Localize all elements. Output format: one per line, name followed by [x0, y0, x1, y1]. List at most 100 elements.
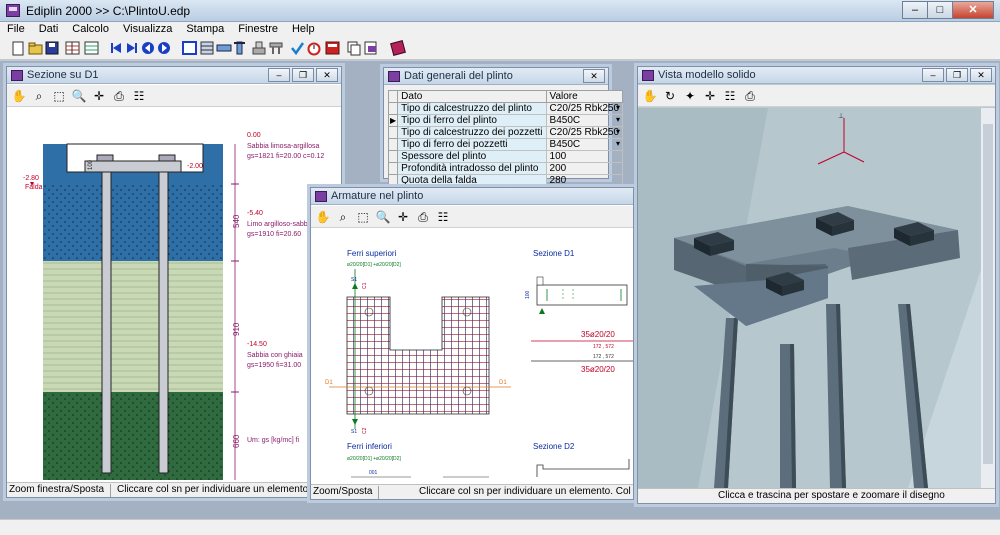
zoom-in-icon[interactable]: 🔍	[375, 209, 391, 225]
check-icon[interactable]	[291, 42, 305, 56]
row-selector[interactable]: ▶	[387, 114, 399, 127]
row-selector[interactable]	[387, 102, 399, 115]
data-row[interactable]: Tipo di calcestruzzo del plinto C20/25 Rb…	[387, 102, 624, 115]
data-row-label: Quota della falda	[397, 174, 547, 187]
section-restore-button[interactable]: ❐	[292, 68, 314, 82]
table-icon[interactable]	[200, 41, 214, 55]
help-book-icon[interactable]	[390, 40, 406, 56]
data-close-button[interactable]: ✕	[583, 69, 605, 83]
menu-visualizza[interactable]: Visualizza	[116, 22, 179, 38]
menu-file[interactable]: File	[0, 22, 32, 38]
hand-pan-icon[interactable]: ✋	[642, 88, 658, 104]
last-record-icon[interactable]	[127, 43, 137, 53]
menu-stampa[interactable]: Stampa	[179, 22, 231, 38]
toolbar-icons	[12, 40, 406, 56]
zoom-extents-icon[interactable]: ⬚	[51, 88, 67, 104]
report-icon[interactable]	[325, 41, 340, 55]
data-row-value[interactable]: 100	[545, 150, 624, 163]
hand-pan-icon[interactable]: ✋	[11, 88, 27, 104]
layer2-name: Limo argilloso-sabbi	[247, 221, 310, 228]
dropdown-arrow-icon[interactable]: ▾	[616, 103, 620, 112]
grid-view-icon[interactable]	[84, 41, 99, 55]
dim-c2-label: C2	[362, 427, 368, 434]
bars-2-label: 35ø20/20	[581, 365, 615, 374]
sezione-d2-label: Sezione D2	[533, 442, 575, 451]
data-row-value[interactable]: C20/25 Rbk250 ▾	[545, 102, 624, 115]
section-toolbar: ✋ ⌕ ⬚ 🔍 ✛ ⎙ ☷	[7, 85, 341, 107]
data-row[interactable]: Tipo di ferro dei pozzetti B450C ▾	[387, 138, 624, 151]
row-selector[interactable]	[387, 174, 399, 187]
solid-model-viewport[interactable]: ⊥	[638, 108, 995, 488]
data-row[interactable]: Spessore del plinto 100	[387, 150, 624, 163]
solid-restore-button[interactable]: ❐	[946, 68, 968, 82]
menu-calcolo[interactable]: Calcolo	[65, 22, 116, 38]
section-statusbar: Zoom finestra/Sposta Cliccare col sn per…	[7, 482, 341, 497]
section-close-button[interactable]: ✕	[316, 68, 338, 82]
dropdown-arrow-icon[interactable]: ▾	[616, 115, 620, 124]
data-row[interactable]: Tipo di calcestruzzo dei pozzetti C20/25 …	[387, 126, 624, 139]
row-selector[interactable]	[387, 150, 399, 163]
maximize-button[interactable]: □	[927, 1, 953, 19]
section-minimize-button[interactable]: –	[268, 68, 290, 82]
left-level-label: -2.80	[23, 175, 39, 182]
data-row-value[interactable]: 200	[545, 162, 624, 175]
armature-window-titlebar[interactable]: Armature nel plinto	[311, 188, 633, 205]
print-icon[interactable]: ⎙	[111, 88, 127, 104]
minimize-button[interactable]: –	[902, 1, 928, 19]
window-frame-icon[interactable]	[182, 41, 197, 55]
open-folder-icon[interactable]	[28, 42, 43, 55]
data-row-value[interactable]: 280	[545, 174, 624, 187]
zoom-window-icon[interactable]: ⌕	[335, 209, 351, 225]
settings-bars-icon[interactable]: ☷	[722, 88, 738, 104]
data-row[interactable]: ▶ Tipo di ferro del plinto B450C ▾	[387, 114, 624, 127]
piles-icon[interactable]	[269, 42, 283, 54]
settings-bars-icon[interactable]: ☷	[435, 209, 451, 225]
data-row[interactable]: Profondità intradosso del plinto 200	[387, 162, 624, 175]
foundation-icon[interactable]	[252, 41, 266, 55]
solid-close-button[interactable]: ✕	[970, 68, 992, 82]
window-icon	[388, 71, 400, 82]
solid-toolbar: ✋ ↻ ✦ ✛ ☷ ⎙	[638, 85, 995, 107]
column-icon[interactable]	[234, 41, 245, 55]
print-icon[interactable]: ⎙	[742, 88, 758, 104]
next-icon[interactable]	[158, 42, 170, 54]
solid-window-titlebar[interactable]: Vista modello solido – ❐ ✕	[638, 67, 995, 84]
first-record-icon[interactable]	[111, 43, 121, 53]
new-file-icon[interactable]	[12, 41, 24, 56]
close-button[interactable]: ✕	[952, 1, 994, 19]
dropdown-arrow-icon[interactable]: ▾	[616, 139, 620, 148]
data-row-value-text: C20/25 Rbk250	[549, 103, 620, 114]
rotate-view-icon[interactable]: ↻	[662, 88, 678, 104]
section-window-titlebar[interactable]: Sezione su D1 – ❐ ✕	[7, 67, 341, 84]
settings-bars-icon[interactable]: ☷	[131, 88, 147, 104]
row-selector[interactable]	[387, 138, 399, 151]
data-window-titlebar[interactable]: Dati generali del plinto ✕	[384, 68, 608, 85]
zoom-window-icon[interactable]: ⌕	[31, 88, 47, 104]
solid-minimize-button[interactable]: –	[922, 68, 944, 82]
row-selector[interactable]	[387, 126, 399, 139]
data-row-value[interactable]: C20/25 Rbk250 ▾	[545, 126, 624, 139]
row-selector[interactable]	[387, 162, 399, 175]
hand-pan-icon[interactable]: ✋	[315, 209, 331, 225]
menu-dati[interactable]: Dati	[32, 22, 66, 38]
menu-finestre[interactable]: Finestre	[231, 22, 285, 38]
light-icon[interactable]: ✦	[682, 88, 698, 104]
copy-icon[interactable]	[347, 41, 361, 56]
crosshair-icon[interactable]: ✛	[395, 209, 411, 225]
previous-icon[interactable]	[142, 42, 154, 54]
print-preview-icon[interactable]	[364, 41, 377, 55]
crosshair-icon[interactable]: ✛	[702, 88, 718, 104]
crosshair-icon[interactable]: ✛	[91, 88, 107, 104]
data-row[interactable]: Quota della falda 280	[387, 174, 624, 187]
stopwatch-icon[interactable]	[307, 42, 321, 56]
grid-edit-icon[interactable]	[65, 41, 80, 55]
print-icon[interactable]: ⎙	[415, 209, 431, 225]
data-row-value[interactable]: B450C ▾	[545, 138, 624, 151]
dropdown-arrow-icon[interactable]: ▾	[616, 127, 620, 136]
zoom-in-icon[interactable]: 🔍	[71, 88, 87, 104]
save-icon[interactable]	[45, 41, 59, 55]
menu-help[interactable]: Help	[285, 22, 322, 38]
zoom-extents-icon[interactable]: ⬚	[355, 209, 371, 225]
data-row-value[interactable]: B450C ▾	[545, 114, 624, 127]
beam-icon[interactable]	[216, 44, 232, 52]
